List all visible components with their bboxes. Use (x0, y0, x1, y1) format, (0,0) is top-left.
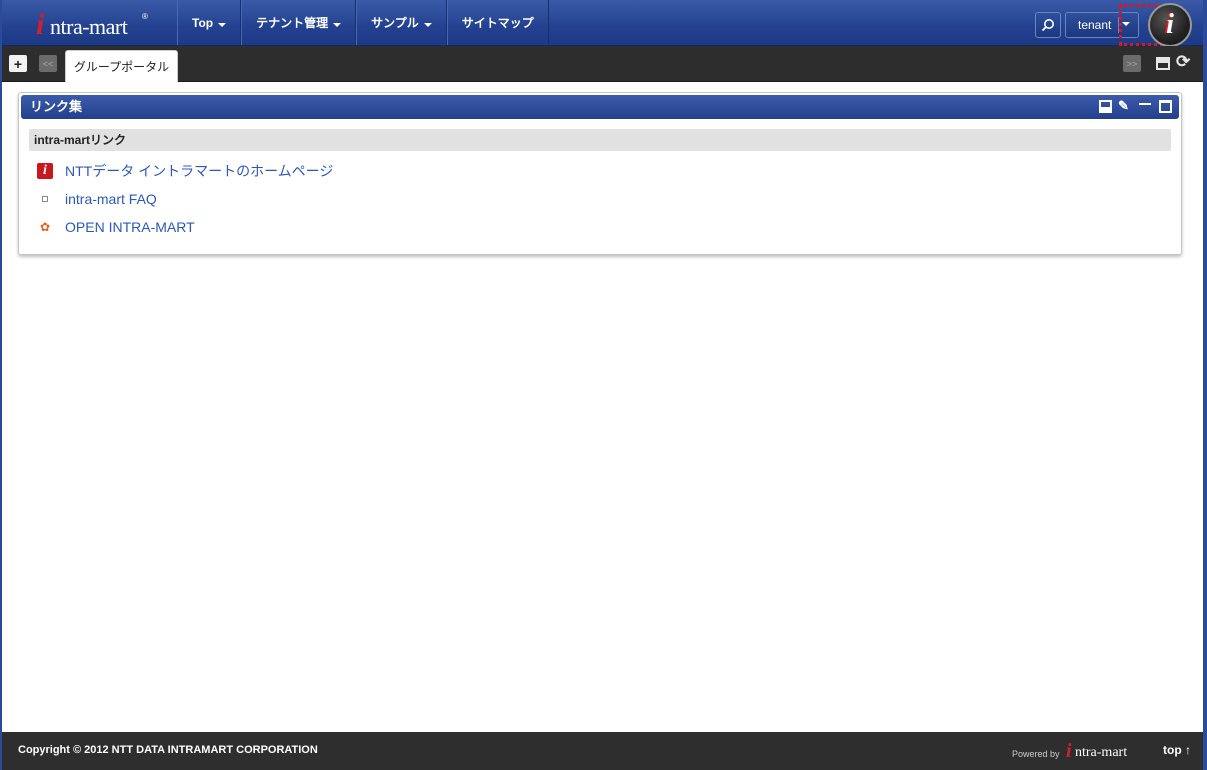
tab-group-portal[interactable]: グループポータル (65, 50, 178, 82)
section-header: intra-martリンク (29, 129, 1171, 151)
chevron-down-icon (423, 22, 432, 27)
nav-sample-label: サンプル (371, 16, 419, 30)
scroll-tabs-left-button[interactable]: << (39, 55, 57, 72)
user-menu-icon[interactable]: i (1148, 3, 1192, 47)
logo-registered-mark: ® (142, 12, 148, 21)
scroll-tabs-right-button[interactable]: >> (1123, 55, 1141, 72)
link-intra-mart-faq[interactable]: intra-mart FAQ (65, 191, 157, 207)
link-ntt-data-homepage[interactable]: NTTデータ イントラマートのホームページ (65, 161, 333, 181)
chevron-down-icon (218, 22, 227, 27)
link-item[interactable]: i NTTデータ イントラマートのホームページ (37, 161, 333, 181)
open-intra-mart-icon: ✿ (39, 220, 51, 234)
layout-icon[interactable] (1156, 57, 1170, 70)
edit-pencil-icon[interactable]: ✎ (1118, 99, 1131, 112)
nav-tenant-admin[interactable]: テナント管理 (241, 0, 357, 45)
user-icon-mark: i (1166, 9, 1174, 40)
page-icon (37, 191, 53, 207)
links-portlet: リンク集 ✎ intra-martリンク i NTTデータ イントラマートのホー… (18, 92, 1182, 255)
global-header: i ntra-mart ® Top テナント管理 サンプル サイトマップ ten… (2, 0, 1203, 47)
minimize-icon[interactable] (1139, 103, 1151, 105)
intra-mart-icon: i (37, 163, 53, 179)
tab-group-portal-label: グループポータル (73, 60, 170, 74)
nav-sample[interactable]: サンプル (356, 0, 447, 45)
tenant-label: tenant (1078, 18, 1112, 32)
nav-sitemap[interactable]: サイトマップ (446, 0, 549, 45)
app-window: i ntra-mart ® Top テナント管理 サンプル サイトマップ ten… (0, 0, 1207, 770)
add-tab-button[interactable]: + (9, 55, 27, 72)
global-nav: Top テナント管理 サンプル サイトマップ (177, 0, 549, 45)
nav-top-label: Top (192, 15, 214, 30)
logo-mark: i (36, 8, 45, 41)
footer-logo-mark: i (1066, 740, 1072, 762)
display-mode-icon[interactable] (1099, 100, 1112, 113)
link-open-intra-mart[interactable]: OPEN INTRA-MART (65, 219, 195, 235)
reload-icon[interactable]: ⟳ (1176, 52, 1190, 72)
nav-top[interactable]: Top (177, 0, 242, 45)
footer-logo-text: ntra-mart (1075, 745, 1128, 760)
portlet-header: リンク集 ✎ (21, 95, 1179, 119)
nav-sitemap-label: サイトマップ (461, 16, 534, 30)
portlet-title: リンク集 (30, 99, 83, 114)
copyright-text: Copyright © 2012 NTT DATA INTRAMART CORP… (18, 744, 318, 756)
search-icon (1041, 19, 1054, 32)
page-footer: Copyright © 2012 NTT DATA INTRAMART CORP… (2, 732, 1203, 770)
portal-tab-bar: + << グループポータル >> ⟳ (2, 46, 1203, 82)
logo-text: ntra-mart (50, 14, 128, 39)
intra-mart-logo[interactable]: i ntra-mart ® (32, 6, 152, 41)
search-button[interactable] (1035, 12, 1061, 38)
powered-by-text: Powered by (1012, 749, 1060, 759)
nav-tenant-admin-label: テナント管理 (256, 16, 329, 30)
back-to-top-link[interactable]: top ↑ (1163, 743, 1191, 757)
footer-intra-mart-logo: i ntra-mart (1064, 740, 1144, 764)
chevron-down-icon (333, 22, 342, 27)
link-item[interactable]: ✿ OPEN INTRA-MART (37, 217, 195, 237)
link-item[interactable]: intra-mart FAQ (37, 189, 157, 209)
maximize-icon[interactable] (1159, 100, 1172, 113)
